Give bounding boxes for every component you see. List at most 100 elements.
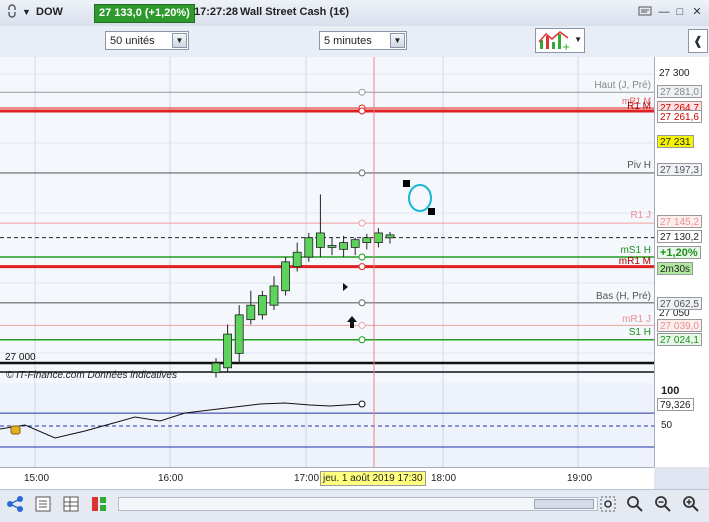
- time-tick: 19:00: [567, 473, 593, 484]
- settings-icon[interactable]: [637, 5, 653, 20]
- time-cursor-label: jeu. 1 août 2019 17:30: [320, 471, 426, 486]
- price-axis-label: 27 024,1: [657, 333, 702, 346]
- candle-body: [223, 333, 233, 369]
- label-level-27000: 27 000: [5, 352, 36, 363]
- price-tick: 27 300: [659, 68, 690, 79]
- label-r1-j: R1 J: [630, 210, 651, 221]
- lock-icon: [10, 425, 21, 435]
- price-chart[interactable]: [0, 57, 709, 467]
- candle-body: [362, 237, 372, 243]
- level-marker: [358, 169, 366, 177]
- price-axis-label: 27 145,2: [657, 215, 702, 228]
- label-bas: Bas (H, Pré): [595, 291, 651, 302]
- label-s1-h: S1 H: [628, 327, 651, 338]
- time-tick: 15:00: [24, 473, 50, 484]
- zoom-in-icon[interactable]: [681, 495, 701, 515]
- title-bar: ▼ DOW 27 133,0 (+1,20%) 17:27:28 Wall St…: [0, 0, 709, 27]
- candle-body: [269, 285, 279, 306]
- link-icon[interactable]: [6, 4, 18, 21]
- label-mr1-j: mR1 J: [622, 314, 651, 325]
- label-haut: Haut (J, Pré): [594, 80, 651, 91]
- time-tick: 17:00: [294, 473, 320, 484]
- bottom-toolbar: [0, 489, 709, 522]
- time-axis[interactable]: 15:00 16:00 17:00 18:00 19:00 jeu. 1 aoû…: [0, 467, 654, 490]
- price-axis-label: 2m30s: [657, 262, 694, 275]
- time-tick: 16:00: [158, 473, 184, 484]
- drawing-handle[interactable]: [428, 208, 435, 215]
- share-icon[interactable]: [5, 495, 25, 515]
- interval-select[interactable]: 5 minutes ▼: [319, 31, 407, 50]
- level-marker: [358, 253, 366, 261]
- units-select[interactable]: 50 unités ▼: [105, 31, 189, 50]
- oscillator-tick-50: 50: [661, 420, 673, 431]
- minimize-icon[interactable]: —: [656, 5, 672, 20]
- units-select-value: 50 unités: [110, 35, 155, 47]
- close-icon[interactable]: ✕: [689, 5, 705, 20]
- clock-time: 17:27:28: [194, 6, 239, 18]
- level-marker: [358, 88, 366, 96]
- time-tick: 18:00: [431, 473, 457, 484]
- horizontal-scrollbar[interactable]: [118, 497, 598, 511]
- level-marker: [358, 219, 366, 227]
- level-marker: [358, 336, 366, 344]
- level-marker: [358, 263, 366, 271]
- oscillator-marker: [358, 400, 366, 408]
- chevron-down-icon[interactable]: ▼: [574, 35, 582, 44]
- zoom-out-icon[interactable]: [653, 495, 673, 515]
- chevron-down-icon[interactable]: ▼: [172, 33, 187, 48]
- symbol-name[interactable]: DOW: [36, 4, 63, 21]
- candle-body: [339, 242, 349, 250]
- candle-body: [292, 251, 302, 268]
- label-ms1-h: mS1 H: [620, 245, 651, 256]
- chevron-down-icon[interactable]: ▼: [22, 4, 31, 21]
- oscillator-plot-area: [0, 383, 654, 467]
- instrument-name: Wall Street Cash (1€): [240, 6, 350, 18]
- label-r1-m: R1 M: [627, 101, 651, 112]
- candle-body: [304, 237, 314, 258]
- label-piv-h: Piv H: [627, 160, 651, 171]
- drawing-handle[interactable]: [403, 180, 410, 187]
- chevron-down-icon[interactable]: ▼: [390, 33, 405, 48]
- watermark: © IT-Finance.com Données indicatives: [6, 370, 177, 381]
- candle-body: [327, 245, 337, 248]
- indicators-icon: +: [538, 31, 570, 51]
- level-marker: [358, 321, 366, 329]
- table-icon[interactable]: [61, 495, 81, 515]
- zoom-auto-icon[interactable]: [625, 495, 645, 515]
- candle-body: [211, 362, 221, 374]
- candle-body: [373, 232, 383, 243]
- candle-body: [257, 295, 267, 316]
- label-mr1-m-low: mR1 M: [618, 256, 651, 267]
- oscillator-tick-100: 100: [661, 385, 680, 397]
- candle-body: [385, 234, 395, 239]
- zoom-fit-icon[interactable]: [598, 495, 618, 515]
- price-axis-label: +1,20%: [657, 246, 701, 259]
- object-list-icon[interactable]: [33, 495, 53, 515]
- price-axis-label: 27 281,0: [657, 85, 702, 98]
- maximize-icon[interactable]: □: [672, 5, 688, 20]
- price-axis-label: 27 231: [657, 135, 694, 148]
- candle-body: [234, 314, 244, 354]
- price-axis-label: 27 130,2: [657, 230, 702, 243]
- price-axis[interactable]: 27 300 27 050 27 281,0 27 264,7 27 261,6 27…: [654, 57, 709, 383]
- scrollbar-thumb[interactable]: [534, 499, 594, 509]
- toolbar: 50 unités ▼ 5 minutes ▼ + ▼ ❰: [0, 26, 709, 58]
- panel-toggle-icon[interactable]: ❰: [688, 29, 708, 53]
- interval-select-value: 5 minutes: [324, 35, 372, 47]
- candle-body: [315, 232, 325, 248]
- candle-body: [246, 304, 256, 321]
- indicators-button[interactable]: + ▼: [535, 28, 585, 53]
- level-marker: [358, 299, 366, 307]
- level-marker: [358, 107, 366, 115]
- svg-text:+: +: [562, 42, 570, 51]
- candle-body: [350, 239, 360, 248]
- price-axis-label: 27 062,5: [657, 297, 702, 310]
- layout-icon[interactable]: [89, 495, 109, 515]
- oscillator-value-label: 79,326: [657, 398, 694, 411]
- oscillator-axis[interactable]: 100 79,326 50: [654, 383, 709, 467]
- chart-plot-area: [0, 57, 654, 383]
- price-axis-label: 27 197,3: [657, 163, 702, 176]
- candle-body: [281, 261, 291, 292]
- price-badge: 27 133,0 (+1,20%): [94, 4, 195, 23]
- price-axis-label: 27 039,0: [657, 319, 702, 332]
